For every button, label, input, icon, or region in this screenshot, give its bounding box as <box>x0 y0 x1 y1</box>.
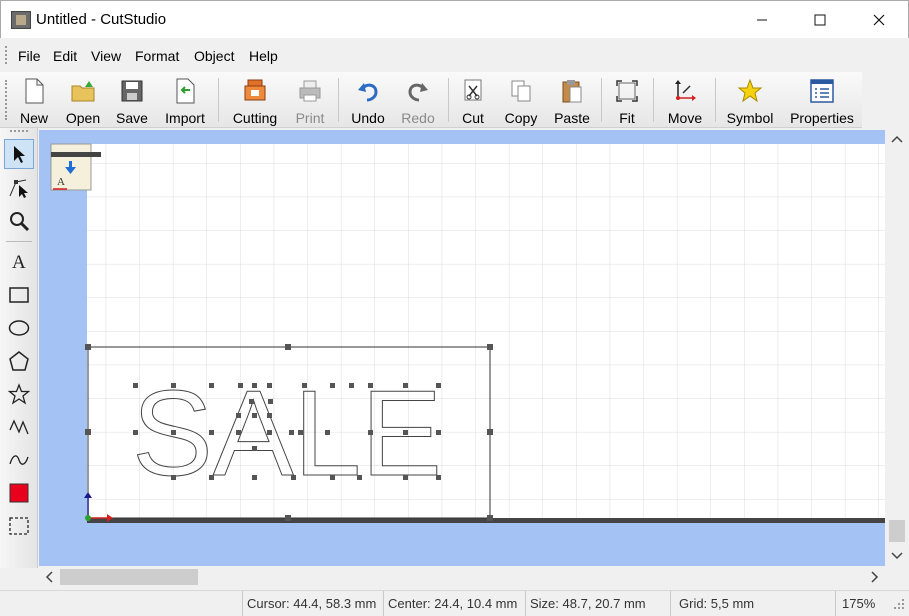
vertical-scroll-thumb <box>889 520 905 542</box>
move-origin-icon <box>675 80 696 101</box>
horizontal-scrollbar[interactable] <box>39 566 885 588</box>
node-edit-tool[interactable] <box>4 172 34 202</box>
vertical-scrollbar[interactable] <box>885 130 909 566</box>
svg-text:A: A <box>12 252 26 272</box>
polyline-tool[interactable] <box>4 412 34 442</box>
cutting-icon <box>244 79 266 101</box>
move-button[interactable]: Move <box>664 72 706 128</box>
new-file-icon <box>25 78 44 104</box>
color-swatch-icon <box>9 483 29 503</box>
text-tool[interactable]: A <box>4 246 34 276</box>
resize-grip-icon[interactable] <box>894 599 906 611</box>
star-tool[interactable] <box>4 379 34 409</box>
menu-edit[interactable]: Edit <box>53 48 77 64</box>
import-icon <box>176 78 195 104</box>
open-button[interactable]: Open <box>63 72 103 128</box>
cut-button[interactable]: Cut <box>456 72 490 128</box>
symbol-button[interactable]: Symbol <box>725 72 775 128</box>
menubar-grip <box>5 46 9 64</box>
redo-icon <box>408 83 428 102</box>
fit-icon <box>616 80 638 102</box>
menu-object[interactable]: Object <box>194 48 234 64</box>
copy-button[interactable]: Copy <box>501 72 541 128</box>
open-folder-icon <box>71 81 95 102</box>
zoom-tool[interactable] <box>4 206 34 236</box>
dashed-rectangle-icon <box>9 517 29 535</box>
window-title: Untitled - CutStudio <box>36 11 167 28</box>
tool-palette: A <box>0 128 38 568</box>
copy-icon <box>511 80 531 102</box>
redo-button[interactable]: Redo <box>398 72 438 128</box>
toolbar-grip <box>5 80 9 120</box>
star-symbol-icon <box>737 78 763 103</box>
polyline-icon <box>9 419 29 435</box>
magnifier-icon <box>10 212 30 232</box>
drawing-canvas[interactable]: SALE A <box>39 130 885 566</box>
properties-icon <box>810 79 834 103</box>
maximize-icon <box>814 14 826 26</box>
curve-tool[interactable] <box>4 445 34 475</box>
status-zoom: 175% <box>835 591 879 616</box>
scroll-up-icon <box>891 135 903 143</box>
status-bar: Cursor: 44.4, 58.3 mm Center: 24.4, 10.4… <box>0 590 909 616</box>
status-grid: Grid: 5,5 mm <box>670 591 758 616</box>
main-toolbar: New Open Save Import Cutting Print Undo … <box>0 72 862 128</box>
ellipse-tool[interactable] <box>4 313 34 343</box>
fit-button[interactable]: Fit <box>611 72 643 128</box>
scroll-down-icon <box>891 552 903 560</box>
cutting-button[interactable]: Cutting <box>228 72 282 128</box>
svg-text:A: A <box>57 176 65 188</box>
save-disk-icon <box>121 80 143 102</box>
pentagon-icon <box>9 351 29 371</box>
minimize-button[interactable] <box>739 1 785 39</box>
scroll-right-icon <box>871 571 879 583</box>
status-cursor: Cursor: 44.4, 58.3 mm <box>242 591 380 616</box>
properties-button[interactable]: Properties <box>789 72 855 128</box>
save-button[interactable]: Save <box>113 72 151 128</box>
canvas-svg: SALE A <box>39 130 885 566</box>
fill-color-tool[interactable] <box>4 478 34 508</box>
close-button[interactable] <box>856 1 902 39</box>
minimize-icon <box>757 19 767 21</box>
baseline-guide <box>87 518 885 523</box>
print-button[interactable]: Print <box>292 72 328 128</box>
menu-file[interactable]: File <box>18 48 41 64</box>
horizontal-scroll-thumb <box>60 569 198 585</box>
new-button[interactable]: New <box>17 72 51 128</box>
close-icon <box>873 14 885 26</box>
scissors-icon <box>464 79 482 101</box>
undo-icon <box>358 83 378 102</box>
paste-icon <box>562 80 582 103</box>
node-edit-icon <box>9 179 28 198</box>
rectangle-tool[interactable] <box>4 280 34 310</box>
select-tool[interactable] <box>4 139 34 169</box>
status-size: Size: 48.7, 20.7 mm <box>525 591 650 616</box>
ellipse-icon <box>8 320 30 336</box>
marquee-tool[interactable] <box>4 511 34 541</box>
scroll-left-icon <box>45 571 53 583</box>
menu-bar: File Edit View Format Object Help <box>0 38 909 72</box>
menu-help[interactable]: Help <box>249 48 278 64</box>
maximize-button[interactable] <box>797 1 843 39</box>
polygon-tool[interactable] <box>4 346 34 376</box>
undo-button[interactable]: Undo <box>348 72 388 128</box>
star-outline-icon <box>8 383 30 405</box>
paste-button[interactable]: Paste <box>552 72 592 128</box>
arrow-pointer-icon <box>14 146 25 163</box>
status-center: Center: 24.4, 10.4 mm <box>383 591 521 616</box>
rectangle-icon <box>9 287 29 303</box>
print-icon <box>299 80 321 102</box>
text-a-icon: A <box>12 252 26 272</box>
curve-icon <box>9 455 29 465</box>
menu-view[interactable]: View <box>91 48 121 64</box>
sale-text-object: SALE <box>132 365 442 501</box>
title-bar: Untitled - CutStudio <box>0 0 909 38</box>
import-button[interactable]: Import <box>161 72 209 128</box>
menu-format[interactable]: Format <box>135 48 179 64</box>
app-icon <box>11 11 31 29</box>
